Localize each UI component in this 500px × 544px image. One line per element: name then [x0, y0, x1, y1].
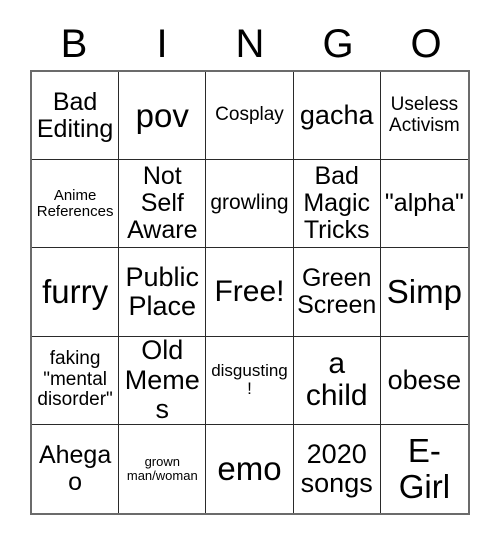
bingo-cell-label: Ahegao — [38, 440, 112, 496]
bingo-cell-label: Old Memes — [124, 336, 200, 424]
bingo-cell-r4c5[interactable]: obese — [380, 336, 468, 425]
bingo-cell-label: Cosplay — [215, 104, 284, 126]
bingo-cell-r5c1[interactable]: Ahegao — [32, 424, 120, 513]
bingo-grid: Bad Editing pov Cosplay gacha Useless Ac… — [30, 70, 470, 515]
bingo-cell-free-space[interactable]: Free! — [206, 248, 294, 337]
bingo-cell-label: grown man/woman — [126, 453, 198, 483]
bingo-cell-r3c5[interactable]: Simp — [380, 248, 468, 337]
bingo-cell-label: Public Place — [125, 261, 200, 321]
bingo-cell-r1c3[interactable]: Cosplay — [206, 72, 294, 161]
bingo-cell-label: gacha — [299, 100, 374, 131]
bingo-cell-label: faking "mental disorder" — [37, 348, 113, 411]
bingo-cell-label: Bad Editing — [36, 87, 114, 143]
bingo-cell-r2c2[interactable]: Not Self Aware — [119, 160, 207, 249]
bingo-cell-label: E- Girl — [398, 432, 451, 505]
bingo-cell-label: Simp — [386, 273, 462, 311]
bingo-cell-r5c5[interactable]: E- Girl — [380, 424, 468, 513]
bingo-cell-r1c4[interactable]: gacha — [293, 72, 381, 161]
bingo-header-letter-g: G — [322, 22, 354, 66]
bingo-cell-r5c3[interactable]: emo — [206, 424, 294, 513]
bingo-header-letter-o: O — [410, 22, 442, 66]
bingo-cell-r3c2[interactable]: Public Place — [119, 248, 207, 337]
bingo-cell-label: pov — [135, 96, 189, 134]
bingo-cell-label: Anime References — [36, 186, 114, 220]
bingo-cell-label: 2020 songs — [300, 438, 373, 498]
bingo-cell-r4c3[interactable]: disgusting! — [206, 336, 294, 425]
bingo-cell-label: growling — [210, 191, 289, 215]
bingo-cell-label: Not Self Aware — [127, 162, 198, 245]
bingo-cell-r3c1[interactable]: furry — [32, 248, 120, 337]
bingo-cell-label: Useless Activism — [389, 94, 460, 136]
bingo-cell-label: a child — [305, 346, 368, 413]
bingo-cell-label: Free! — [214, 274, 285, 308]
bingo-cell-label: "alpha" — [384, 189, 464, 218]
bingo-cell-r1c1[interactable]: Bad Editing — [32, 72, 120, 161]
bingo-cell-label: furry — [42, 273, 109, 311]
bingo-cell-label: Bad Magic Tricks — [303, 162, 371, 245]
bingo-cell-r4c1[interactable]: faking "mental disorder" — [32, 336, 120, 425]
bingo-cell-r2c3[interactable]: growling — [206, 160, 294, 249]
bingo-card: B I N G O Bad Editing pov Cosplay gacha … — [0, 0, 500, 544]
bingo-header-letter-n: N — [235, 22, 265, 66]
bingo-cell-label: Green Screen — [297, 263, 377, 319]
bingo-cell-label: obese — [387, 364, 462, 395]
bingo-cell-r5c2[interactable]: grown man/woman — [119, 424, 207, 513]
bingo-header-letter-i: I — [156, 22, 168, 66]
bingo-cell-r3c4[interactable]: Green Screen — [293, 248, 381, 337]
bingo-cell-r1c2[interactable]: pov — [119, 72, 207, 161]
bingo-header-row: B I N G O — [30, 16, 470, 66]
bingo-cell-r2c5[interactable]: "alpha" — [380, 160, 468, 249]
bingo-cell-r5c4[interactable]: 2020 songs — [293, 424, 381, 513]
bingo-cell-label: emo — [217, 450, 282, 488]
bingo-cell-r4c4[interactable]: a child — [293, 336, 381, 425]
bingo-cell-r2c1[interactable]: Anime References — [32, 160, 120, 249]
bingo-cell-r1c5[interactable]: Useless Activism — [380, 72, 468, 161]
bingo-cell-label: disgusting! — [211, 360, 288, 399]
bingo-cell-r4c2[interactable]: Old Memes — [119, 336, 207, 425]
bingo-header-letter-b: B — [60, 22, 88, 66]
bingo-cell-r2c4[interactable]: Bad Magic Tricks — [293, 160, 381, 249]
